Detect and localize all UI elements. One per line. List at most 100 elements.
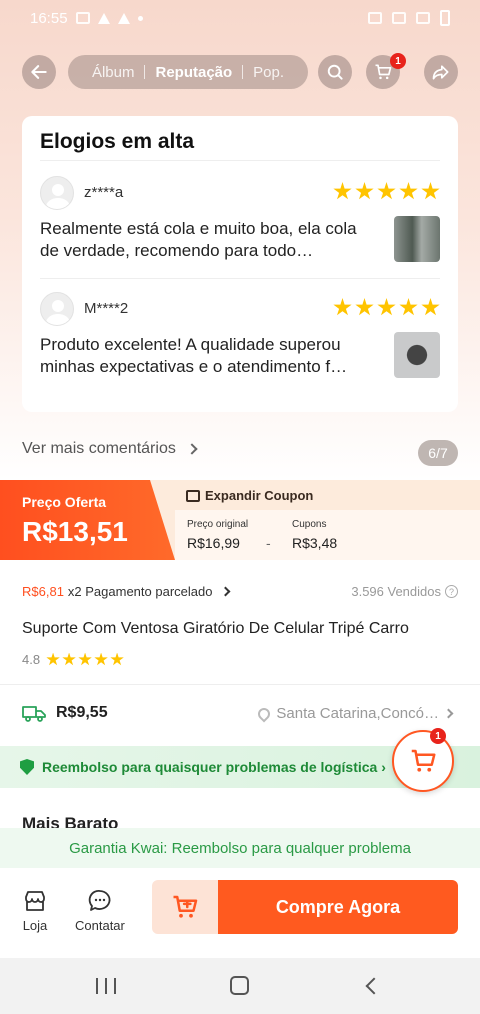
- location-text: Santa Catarina,Concó…: [276, 705, 439, 722]
- divider: [40, 278, 440, 279]
- shield-check-icon: [20, 759, 34, 775]
- wifi-icon: [392, 12, 406, 24]
- original-price-value: R$16,99: [187, 535, 240, 551]
- installment-link[interactable]: R$6,81 x2 Pagamento parcelado: [22, 584, 231, 599]
- praise-title: Elogios em alta: [40, 130, 195, 153]
- installment-price: R$6,81: [22, 584, 64, 599]
- offer-label: Preço Oferta: [22, 494, 107, 510]
- help-icon[interactable]: ?: [445, 585, 458, 598]
- praise-card: Elogios em alta z****a Realmente está co…: [22, 116, 458, 412]
- guarantee-text: Garantia Kwai: Reembolso para qualquer p…: [69, 839, 411, 857]
- recent-apps-button[interactable]: [96, 978, 116, 994]
- offer-price: R$13,51: [22, 516, 128, 547]
- expand-coupon-button[interactable]: Expandir Coupon: [186, 488, 313, 503]
- review-photo-thumbnail[interactable]: [394, 332, 440, 378]
- review-text: Realmente está cola e muito boa, ela col…: [40, 219, 357, 260]
- add-to-cart-button[interactable]: [152, 880, 220, 934]
- review-text: Produto excelente! A qualidade superou m…: [40, 335, 348, 376]
- more-comments-label: Ver mais comentários: [22, 440, 176, 457]
- cart-badge: 1: [390, 53, 406, 69]
- more-comments-link[interactable]: Ver mais comentários: [22, 440, 198, 458]
- product-rating: 4.8: [22, 652, 124, 667]
- chevron-right-icon: [443, 708, 454, 719]
- tab-separator: [242, 65, 244, 79]
- tab-separator: [144, 65, 146, 79]
- battery-icon: [440, 10, 450, 26]
- star-icon: [421, 298, 440, 316]
- warning-notification-icon-2: [117, 12, 130, 24]
- review-stars: [333, 182, 440, 201]
- star-icon: [94, 652, 108, 666]
- star-icon: [110, 652, 124, 666]
- sold-count: 3.596 Vendidos ?: [351, 584, 458, 599]
- star-icon: [421, 182, 440, 200]
- chevron-right-icon: [221, 586, 231, 597]
- share-icon: [432, 65, 449, 80]
- chevron-right-icon: [186, 443, 198, 455]
- rating-value: 4.8: [22, 652, 41, 667]
- minus-sign: -: [266, 535, 271, 551]
- back-nav-button[interactable]: [365, 977, 383, 995]
- avatar: [40, 176, 74, 210]
- star-icon: [62, 652, 76, 666]
- star-icon: [333, 298, 352, 316]
- share-button[interactable]: [424, 55, 458, 89]
- location-pin-icon: [255, 705, 273, 722]
- installment-text: x2 Pagamento parcelado: [67, 584, 213, 599]
- star-icon: [355, 298, 374, 316]
- cart-badge: 1: [430, 728, 446, 744]
- expand-coupon-label: Expandir Coupon: [205, 488, 314, 503]
- search-icon: [327, 64, 343, 80]
- sold-count-text: 3.596 Vendidos: [351, 584, 441, 599]
- coupons-label: Cupons: [292, 519, 327, 530]
- coupons-value: R$3,48: [292, 535, 338, 551]
- star-icon: [355, 182, 374, 200]
- review-item[interactable]: z****a Realmente está cola e muito boa, …: [40, 176, 440, 286]
- tab-album[interactable]: Álbum: [86, 64, 141, 81]
- star-icon: [78, 652, 92, 666]
- tab-pop[interactable]: Pop.: [247, 64, 290, 81]
- image-page-counter: 6/7: [418, 440, 458, 466]
- system-nav-bar: [0, 958, 480, 1014]
- add-to-cart-icon: [173, 895, 198, 918]
- floating-cart-button[interactable]: 1: [392, 728, 454, 792]
- arrow-left-icon: [31, 65, 47, 79]
- avatar: [40, 292, 74, 326]
- rating-stars: [46, 652, 124, 667]
- chat-icon: [88, 890, 111, 911]
- divider: [0, 684, 480, 685]
- kwai-guarantee-bar[interactable]: Garantia Kwai: Reembolso para qualquer p…: [0, 828, 480, 868]
- star-icon: [333, 182, 352, 200]
- contact-button[interactable]: Contatar: [75, 888, 125, 933]
- review-photo-thumbnail[interactable]: [394, 216, 440, 262]
- tab-reputacao[interactable]: Reputação: [149, 64, 238, 81]
- star-icon: [46, 652, 60, 666]
- coupon-icon: [186, 489, 200, 502]
- divider: [40, 160, 440, 161]
- notification-dot-icon: [137, 15, 143, 21]
- search-button[interactable]: [318, 55, 352, 89]
- mute-icon: [368, 12, 382, 24]
- shipping-row[interactable]: R$9,55 Santa Catarina,Concó…: [22, 702, 458, 726]
- gallery-notification-icon: [75, 12, 90, 24]
- star-icon: [377, 182, 396, 200]
- cart-icon: [375, 64, 392, 80]
- status-bar: 16:55: [0, 0, 480, 36]
- original-price-label: Preço original: [187, 519, 249, 530]
- star-icon: [399, 298, 418, 316]
- shipping-price: R$9,55: [56, 704, 108, 721]
- cart-button[interactable]: 1: [366, 53, 406, 89]
- store-button[interactable]: Loja: [22, 888, 48, 933]
- home-button[interactable]: [230, 976, 249, 995]
- review-username: z****a: [84, 184, 124, 201]
- review-item[interactable]: M****2 Produto excelente! A qualidade su…: [40, 292, 440, 402]
- buy-now-button[interactable]: Compre Agora: [218, 880, 458, 934]
- star-icon: [399, 182, 418, 200]
- status-time: 16:55: [30, 9, 68, 27]
- truck-icon: [22, 706, 46, 722]
- review-stars: [333, 298, 440, 317]
- star-icon: [377, 298, 396, 316]
- back-button[interactable]: [22, 55, 56, 89]
- product-title: Suporte Com Ventosa Giratório De Celular…: [22, 620, 409, 637]
- cheaper-section: Mais Barato: [0, 800, 480, 830]
